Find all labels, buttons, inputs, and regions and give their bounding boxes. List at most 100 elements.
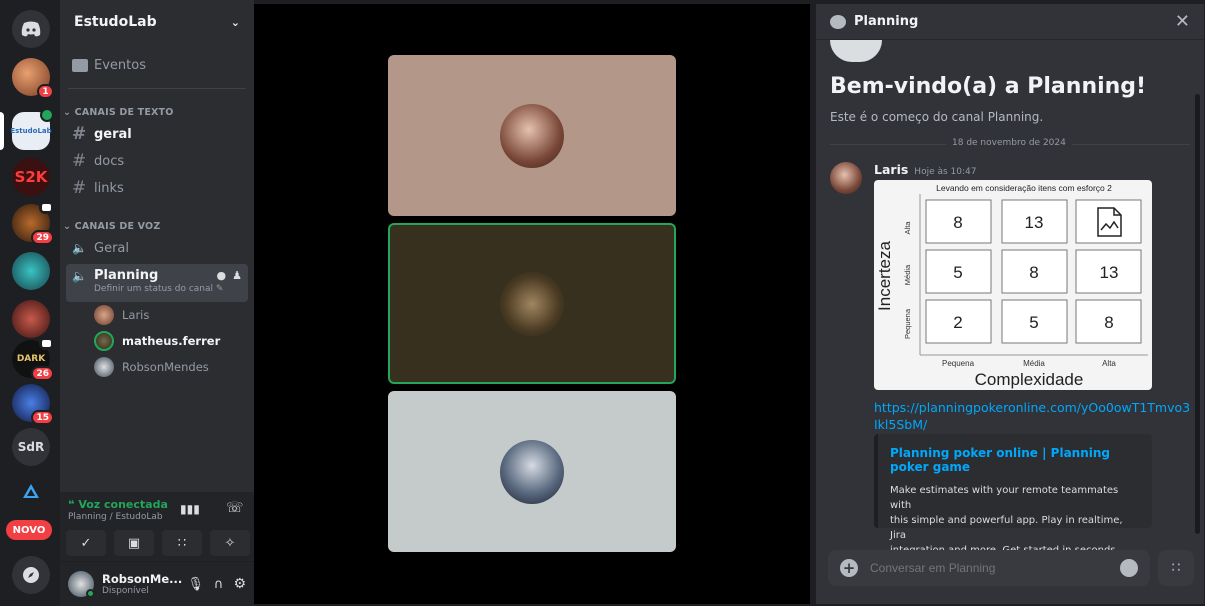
server-rail: 1 EstudoLab S2K 29 DARK 26 15 SdR NOVO (0, 0, 60, 606)
attachment-image[interactable]: Levando em consideração itens com esforç… (874, 180, 1152, 390)
server-avatar-5[interactable] (12, 252, 50, 290)
soundboard-button[interactable]: ✧ (210, 530, 250, 556)
emoji-icon[interactable] (1120, 559, 1138, 577)
channel-geral[interactable]: # geral (66, 121, 248, 147)
selected-server-indicator (0, 112, 4, 150)
embed-title[interactable]: Planning poker online | Planning poker g… (890, 446, 1140, 474)
server-avatar-4[interactable]: 29 (12, 201, 54, 245)
server-label: SdR (17, 440, 45, 454)
message-link[interactable]: https://planningpokeronline.com/yOo0owT1… (874, 399, 1190, 433)
headphones-icon[interactable]: ∩ (214, 577, 224, 592)
voice-channel-geral[interactable]: 🔈 Geral (66, 235, 248, 261)
voice-location[interactable]: Planning / EstudoLab (68, 512, 163, 522)
new-badge[interactable]: NOVO (6, 520, 52, 540)
voice-connected-status: ❝ Voz conectada (68, 498, 168, 511)
events-button[interactable]: Eventos (66, 52, 248, 78)
server-sdr[interactable]: SdR (12, 428, 50, 466)
disconnect-icon[interactable]: ☏ (226, 500, 244, 516)
avatar[interactable] (830, 162, 862, 194)
avatar[interactable] (68, 571, 95, 598)
username: RobsonMendes (122, 360, 209, 374)
events-label: Eventos (94, 57, 146, 73)
y-axis-title: Incerteza (875, 240, 894, 310)
invite-user-icon[interactable]: ♟ (232, 269, 242, 282)
channel-docs[interactable]: # docs (66, 148, 248, 174)
matrix-value: 5 (1029, 313, 1038, 332)
channel-status-prompt[interactable]: Definir um status do canal ✎ (94, 284, 242, 294)
date-divider: 18 de novembro de 2024 (946, 138, 1072, 148)
status-text: Voz conectada (78, 498, 168, 511)
row-label-media: Média (903, 264, 912, 285)
guild-header[interactable]: EstudoLab ⌄ (60, 0, 254, 44)
text-channel-icon: # (72, 178, 87, 198)
participant-tile-robson[interactable] (388, 391, 676, 552)
text-category-header[interactable]: ⌄ CANAIS DE TEXTO (63, 107, 174, 118)
gear-icon[interactable]: ⚙ (233, 576, 246, 592)
close-icon[interactable]: ✕ (1175, 11, 1190, 32)
voice-user-matheus[interactable]: matheus.ferrer (94, 330, 220, 352)
matrix-value: 2 (953, 313, 962, 332)
screen-share-button[interactable]: ▣ (114, 530, 154, 556)
voice-user-laris[interactable]: Laris (94, 304, 149, 326)
link-line: Ikl5SbM/ (874, 417, 928, 432)
row-label-alta: Alta (903, 221, 912, 235)
online-status-dot (86, 589, 95, 598)
microphone-icon[interactable]: 🎙 (187, 577, 204, 592)
soundboard-icon: ✧ (224, 535, 236, 551)
channel-label: Geral (94, 240, 129, 256)
matrix-value: 8 (1029, 263, 1038, 282)
compass-icon (23, 567, 39, 583)
avatar (94, 305, 114, 325)
matrix-value: 8 (1104, 313, 1113, 332)
message-input[interactable] (870, 561, 1120, 575)
scrollbar[interactable] (1195, 94, 1200, 534)
explore-servers-button[interactable] (12, 556, 50, 594)
activities-button[interactable]: ∷ (162, 530, 202, 556)
avatar (94, 331, 114, 351)
channel-label: links (94, 180, 124, 196)
voice-user-robson[interactable]: RobsonMendes (94, 356, 209, 378)
channel-links[interactable]: # links (66, 175, 248, 201)
camera-off-button[interactable]: ✓ (66, 530, 106, 556)
server-avatar-1[interactable]: 1 (12, 58, 54, 99)
link-line: https://planningpokeronline.com/yOo0owT1… (874, 400, 1191, 415)
username: RobsonMe... (102, 572, 183, 586)
discord-home-button[interactable] (12, 10, 50, 48)
channel-label: docs (94, 153, 125, 169)
server-s2k[interactable]: S2K (12, 158, 50, 196)
category-label: CANAIS DE VOZ (74, 221, 161, 232)
matrix-value: 8 (953, 213, 962, 232)
message-author[interactable]: Laris (874, 162, 908, 177)
participant-tile-matheus[interactable] (388, 223, 676, 384)
user-status: Disponível (102, 586, 149, 596)
voice-channel-planning[interactable]: 🔈 Planning ● ♟ Definir um status do cana… (66, 264, 248, 302)
matrix-value: 13 (1100, 263, 1119, 282)
add-attachment-icon[interactable]: + (840, 559, 858, 577)
server-avatar-8[interactable]: 15 (12, 384, 54, 425)
discord-window: 1 EstudoLab S2K 29 DARK 26 15 SdR NOVO Es… (0, 0, 1205, 606)
channel-label: Planning (94, 268, 159, 283)
x-axis-title: Complexidade (975, 370, 1084, 389)
chat-bubble-icon[interactable]: ● (217, 269, 227, 282)
server-dark-dark[interactable]: DARK 26 (12, 337, 54, 381)
apps-icon: ∷ (1171, 560, 1181, 576)
server-estudolab[interactable]: EstudoLab (10, 108, 54, 150)
mention-badge: 1 (37, 84, 54, 99)
screen-share-icon: ▣ (127, 535, 141, 551)
matrix-caption: Levando em consideração itens com esforç… (936, 183, 1112, 193)
voice-connection-panel: ❝ Voz conectada Planning / EstudoLab ▮▮▮… (60, 492, 254, 562)
apps-button[interactable]: ∷ (1158, 550, 1194, 586)
server-avatar-6[interactable] (12, 300, 50, 338)
username: matheus.ferrer (122, 334, 221, 348)
channel-label: geral (94, 126, 132, 142)
col-label-media: Média (1023, 359, 1045, 368)
participant-tile-laris[interactable] (388, 55, 676, 216)
voice-category-header[interactable]: ⌄ CANAIS DE VOZ (63, 221, 160, 232)
server-avatar-10[interactable] (12, 472, 50, 510)
message-timestamp: Hoje às 10:47 (914, 167, 977, 177)
triangle-logo-icon (23, 484, 39, 498)
screen-share-icon (39, 201, 54, 214)
signal-icon: ❝ (68, 498, 75, 511)
noise-suppression-icon[interactable]: ▮▮▮ (180, 502, 200, 516)
channel-icon (830, 40, 882, 62)
